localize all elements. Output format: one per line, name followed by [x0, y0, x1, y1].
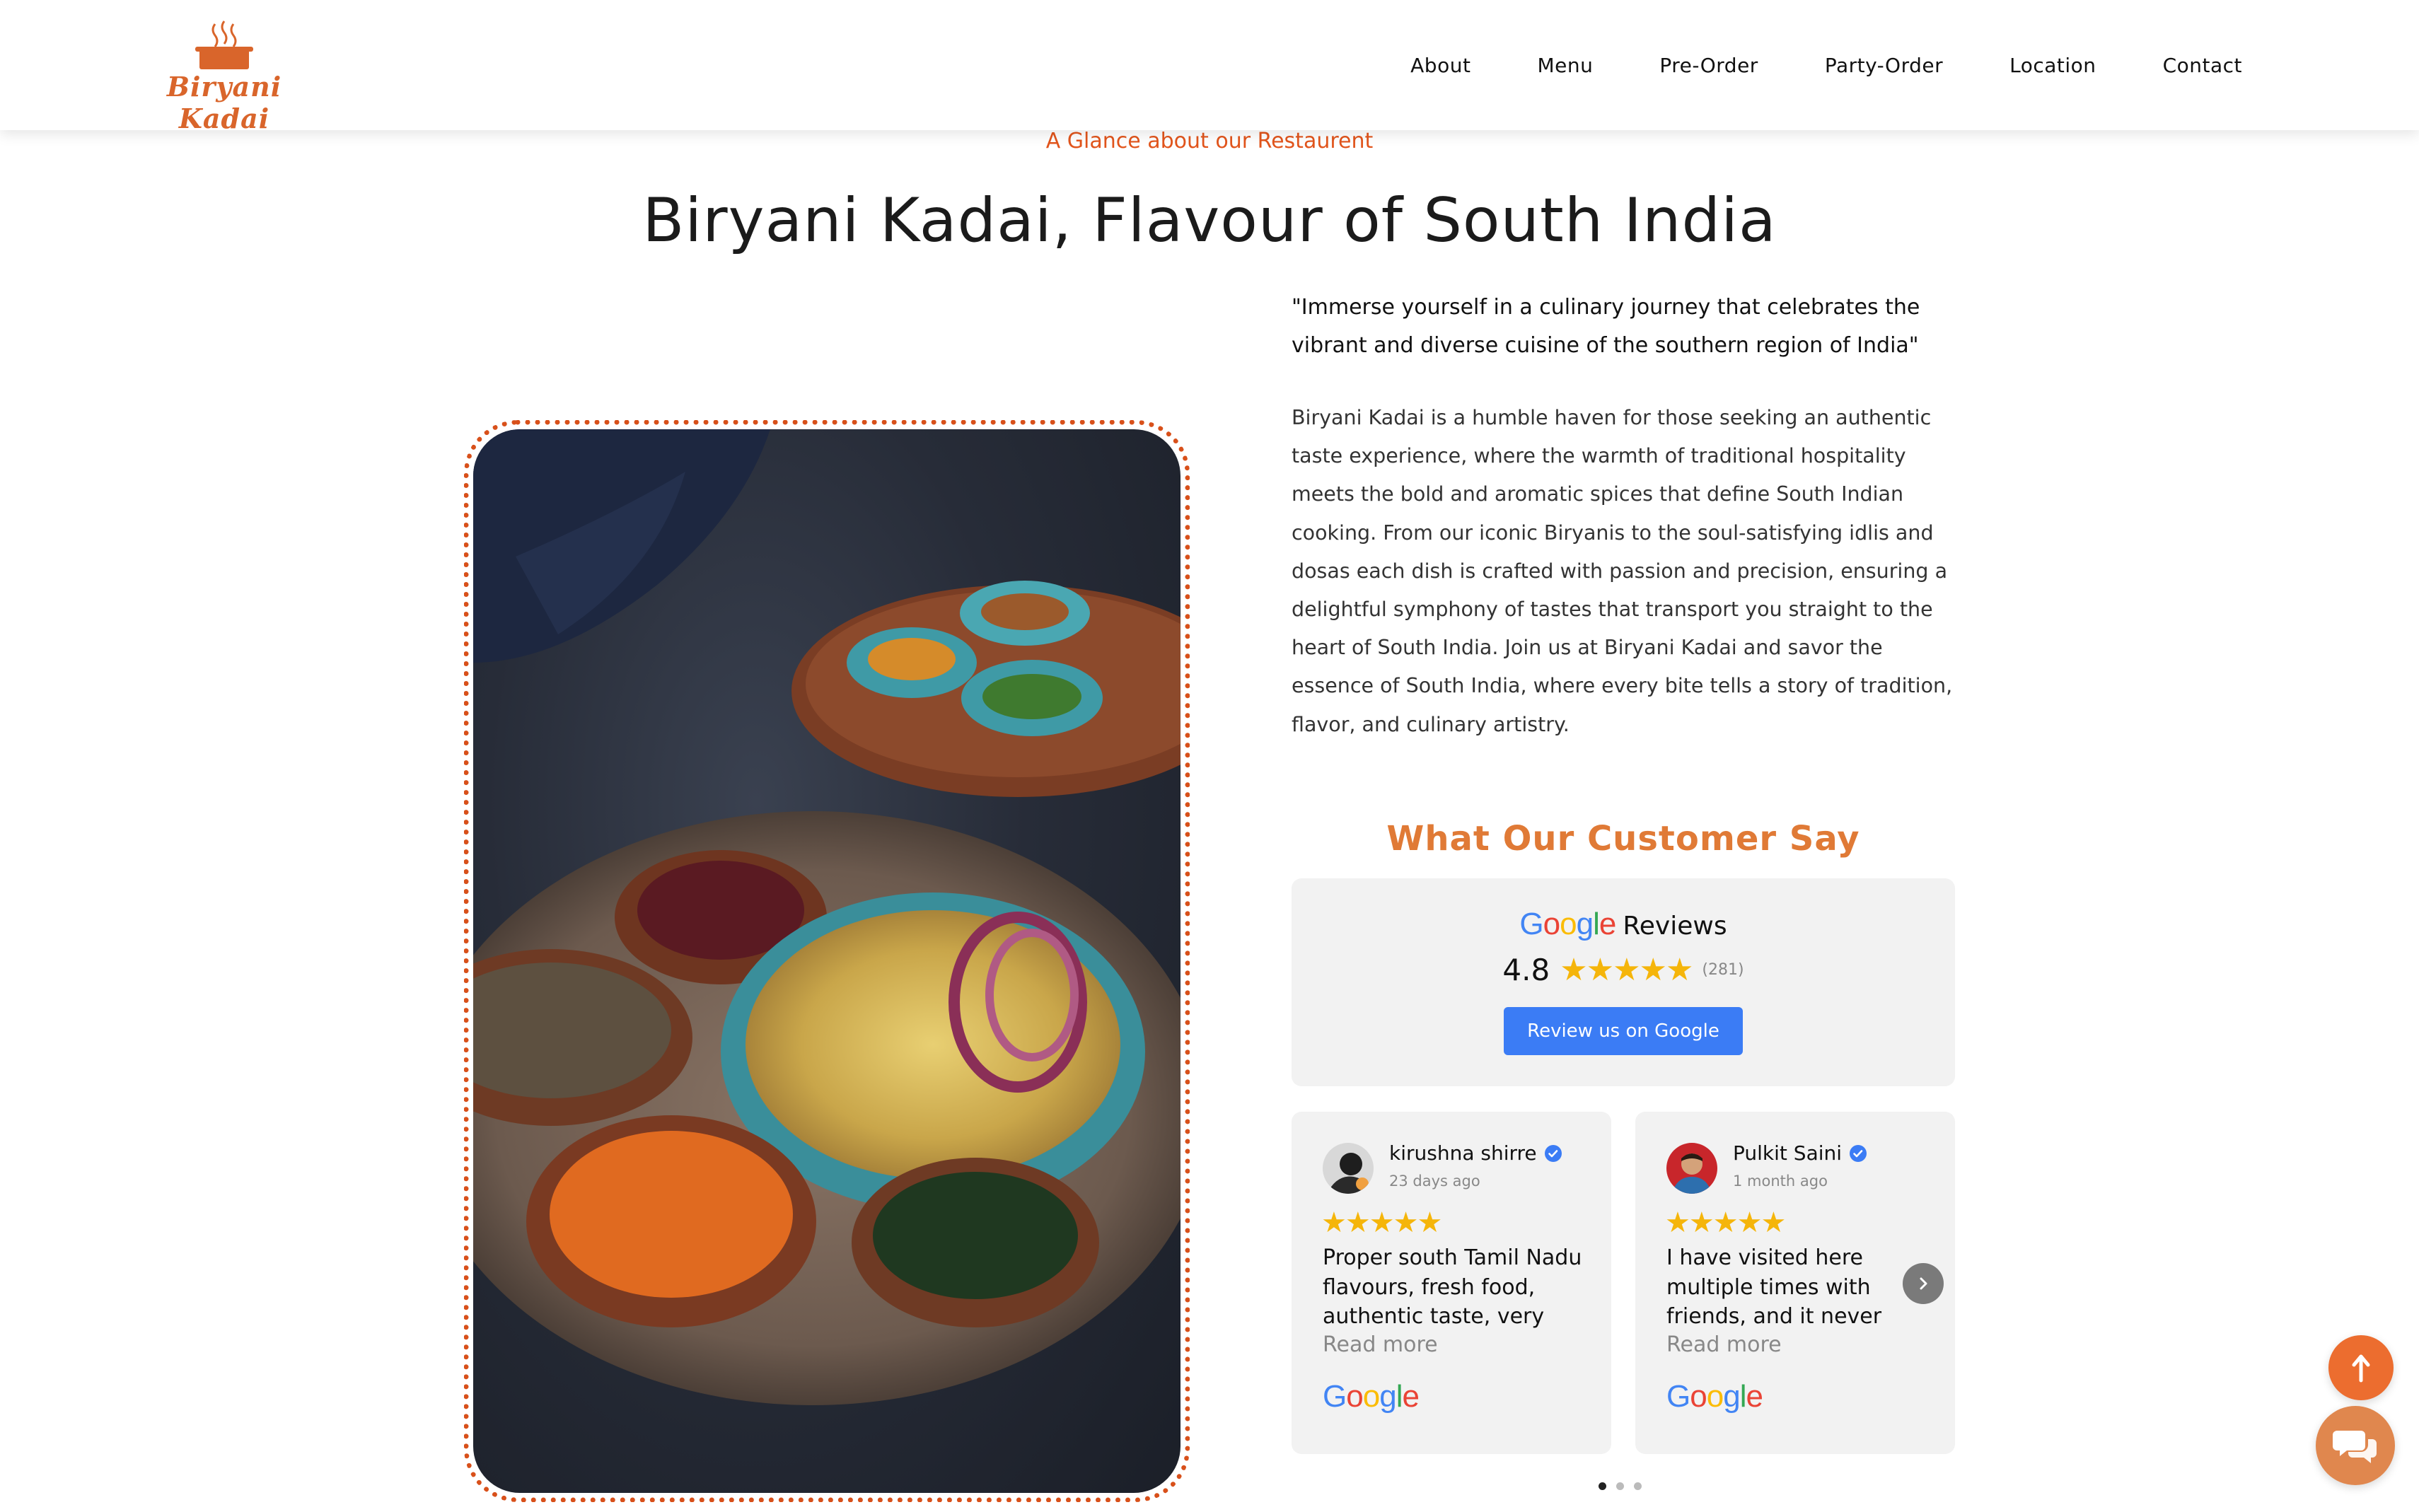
- google-reviews-summary: Google Reviews 4.8 ★★★★★ (281) Review us …: [1292, 878, 1955, 1086]
- nav-pre-order[interactable]: Pre-Order: [1659, 54, 1758, 77]
- nav-party-order[interactable]: Party-Order: [1825, 54, 1943, 77]
- page-title: Biryani Kadai, Flavour of South India: [642, 185, 1777, 256]
- google-logo: Google: [1519, 907, 1616, 941]
- food-image-frame: [464, 420, 1190, 1502]
- reviews-title: What Our Customer Say: [1386, 819, 1860, 859]
- avatar: [1323, 1143, 1374, 1194]
- section-eyebrow: A Glance about our Restaurent: [1045, 129, 1374, 153]
- steaming-pot-icon: [195, 21, 253, 69]
- avatar: [1666, 1143, 1717, 1194]
- review-date: 1 month ago: [1733, 1173, 1828, 1190]
- carousel-pagination: [1599, 1482, 1642, 1490]
- main-nav: About Menu Pre-Order Party-Order Locatio…: [1344, 0, 2242, 130]
- pagination-dot[interactable]: [1599, 1482, 1606, 1490]
- nav-about[interactable]: About: [1410, 54, 1470, 77]
- arrow-up-icon: [2352, 1354, 2370, 1383]
- rating-stars: ★★★★★: [1560, 953, 1693, 987]
- review-stars: ★★★★★: [1321, 1207, 1442, 1238]
- review-text: I have visited here multiple times with …: [1666, 1245, 1882, 1329]
- verified-check-icon: [1544, 1144, 1562, 1162]
- logo[interactable]: Biryani Kadai: [150, 20, 298, 134]
- food-image: [473, 429, 1181, 1493]
- summary-brand: Google Reviews: [1292, 907, 1955, 942]
- summary-label: Reviews: [1623, 912, 1727, 941]
- read-more-link[interactable]: Read more: [1323, 1332, 1438, 1357]
- nav-location[interactable]: Location: [2009, 54, 2096, 77]
- chevron-right-icon: [1920, 1277, 1927, 1290]
- read-more-link[interactable]: Read more: [1666, 1332, 1782, 1357]
- review-text: Proper south Tamil Nadu flavours, fresh …: [1323, 1245, 1582, 1329]
- google-logo: Google: [1666, 1379, 1763, 1414]
- review-stars: ★★★★★: [1665, 1207, 1786, 1238]
- carousel-next-button[interactable]: [1903, 1263, 1944, 1304]
- rating-count: (281): [1702, 961, 1744, 979]
- google-logo: Google: [1323, 1379, 1420, 1414]
- reviewer-name: kirushna shirre: [1389, 1141, 1562, 1165]
- rating-value: 4.8: [1502, 953, 1550, 987]
- intro-quote: "Immerse yourself in a culinary journey …: [1292, 295, 1920, 358]
- nav-menu[interactable]: Menu: [1537, 54, 1593, 77]
- scroll-to-top-button[interactable]: [2328, 1335, 2394, 1400]
- chat-bubbles-icon: [2333, 1431, 2377, 1463]
- summary-rating: 4.8 ★★★★★ (281): [1292, 952, 1955, 988]
- chat-button[interactable]: [2316, 1406, 2395, 1485]
- pagination-dot[interactable]: [1634, 1482, 1642, 1490]
- logo-text: Biryani Kadai: [166, 71, 282, 134]
- reviewer-name: Pulkit Saini: [1733, 1141, 1867, 1165]
- review-card: kirushna shirre 23 days ago ★★★★★ Proper…: [1292, 1112, 1611, 1454]
- pagination-dot[interactable]: [1616, 1482, 1624, 1490]
- verified-check-icon: [1850, 1144, 1867, 1162]
- reviewer-name-text: kirushna shirre: [1389, 1141, 1537, 1165]
- review-date: 23 days ago: [1389, 1173, 1480, 1190]
- nav-contact[interactable]: Contact: [2163, 54, 2242, 77]
- review-us-button[interactable]: Review us on Google: [1504, 1007, 1743, 1055]
- site-header: Biryani Kadai About Menu Pre-Order Party…: [0, 0, 2419, 134]
- reviewer-name-text: Pulkit Saini: [1733, 1141, 1843, 1165]
- intro-body: Biryani Kadai is a humble haven for thos…: [1292, 406, 1953, 736]
